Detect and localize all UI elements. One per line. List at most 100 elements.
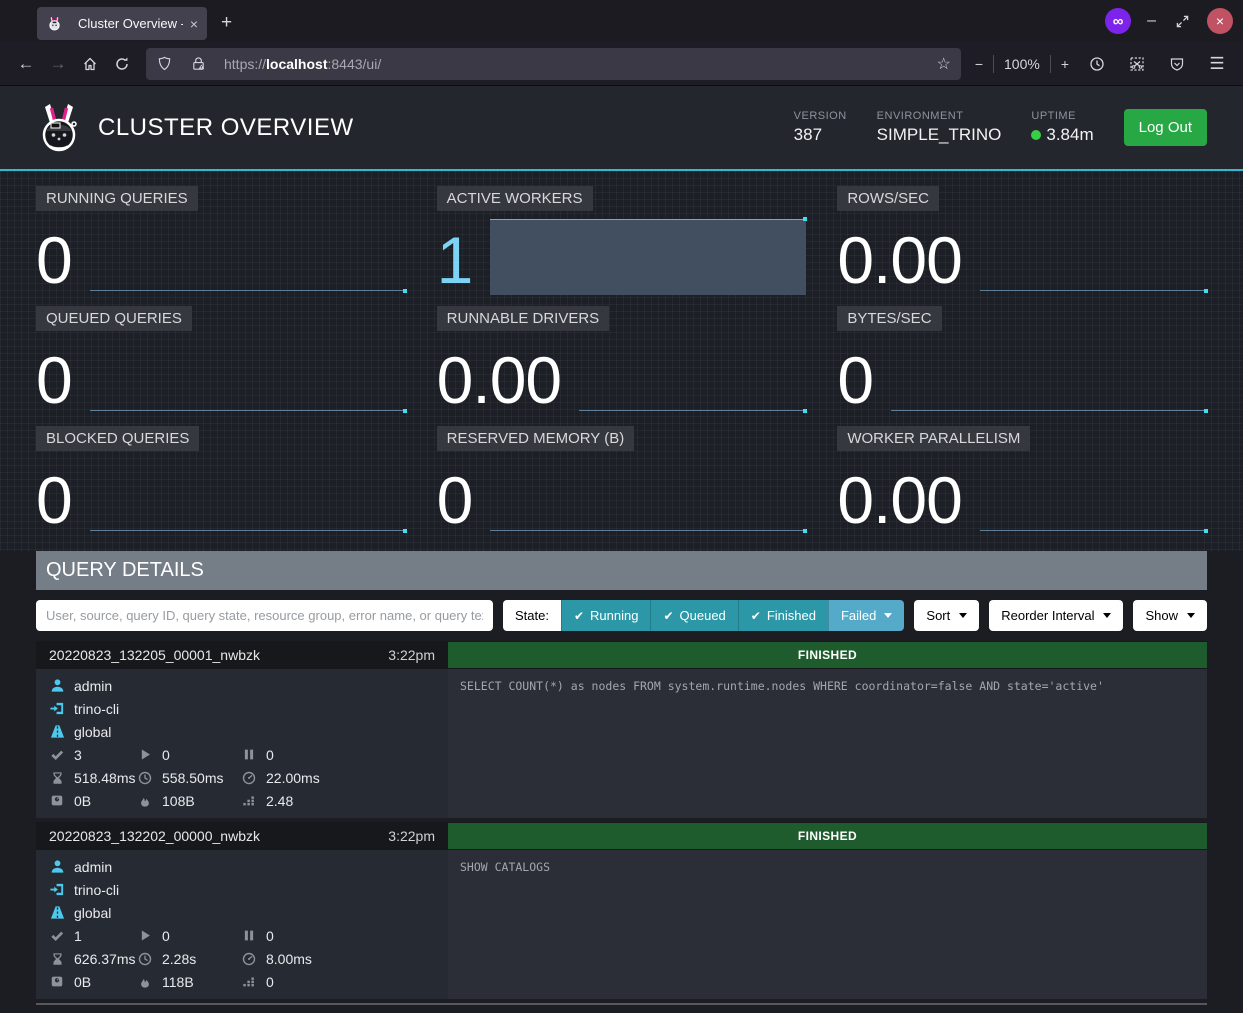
stat-card-blocked-queries: BLOCKED QUERIES 0	[36, 426, 406, 531]
caret-down-icon	[1103, 613, 1111, 618]
query-search-input[interactable]	[36, 600, 493, 631]
page-title: CLUSTER OVERVIEW	[98, 114, 354, 142]
state-filter-failed-dropdown[interactable]: Failed	[828, 600, 904, 631]
tab-close-icon[interactable]: ×	[190, 16, 198, 32]
query-row: 20220823_132202_00000_nwbzk 3:22pm FINIS…	[36, 822, 1207, 999]
query-source: trino-cli	[74, 882, 119, 898]
show-dropdown[interactable]: Show	[1133, 600, 1207, 631]
hourglass-icon	[49, 770, 65, 786]
gauge-icon	[241, 951, 257, 967]
stat-value: 0	[437, 470, 473, 531]
memory-scale-icon	[49, 974, 65, 990]
state-filter-finished[interactable]: ✔Finished	[738, 600, 828, 631]
header-meta: VERSION 387 ENVIRONMENT SIMPLE_TRINO UPT…	[794, 109, 1207, 146]
state-filter-queued[interactable]: ✔Queued	[650, 600, 737, 631]
stat-value: 0.00	[437, 350, 561, 411]
user-icon	[49, 678, 65, 694]
query-status-badge: FINISHED	[448, 642, 1207, 668]
query-resource-group: global	[74, 905, 111, 921]
back-button[interactable]: ←	[10, 48, 42, 80]
queued-splits: 0	[266, 928, 274, 944]
stat-value: 0.00	[837, 470, 961, 531]
stat-value: 0	[36, 230, 72, 291]
running-splits: 0	[162, 928, 170, 944]
forward-button[interactable]: →	[42, 48, 74, 80]
close-window-button[interactable]: ×	[1207, 8, 1233, 34]
zoom-out-button[interactable]: −	[975, 56, 983, 72]
trino-logo-icon	[36, 102, 82, 154]
sort-dropdown[interactable]: Sort	[914, 600, 979, 631]
new-tab-button[interactable]: +	[221, 12, 232, 34]
clock-icon	[137, 770, 153, 786]
flame-icon	[137, 793, 153, 809]
query-status-badge: FINISHED	[448, 823, 1207, 849]
browser-tab[interactable]: Cluster Overview - Trino ×	[37, 7, 207, 40]
menu-hamburger-icon[interactable]: ☰	[1201, 48, 1233, 80]
home-button[interactable]	[74, 48, 106, 80]
sparkline-chart	[980, 219, 1207, 291]
caret-down-icon	[1187, 613, 1195, 618]
check-icon: ✔	[751, 609, 761, 623]
reload-button[interactable]	[106, 48, 138, 80]
screenshot-icon[interactable]	[1121, 48, 1153, 80]
caret-down-icon	[884, 613, 892, 618]
stat-label: ACTIVE WORKERS	[437, 186, 593, 211]
lock-warning-icon[interactable]	[190, 56, 206, 72]
state-filter-running[interactable]: ✔Running	[561, 600, 651, 631]
query-source: trino-cli	[74, 701, 119, 717]
bookmark-star-icon[interactable]: ☆	[936, 54, 950, 74]
minimize-button[interactable]: –	[1147, 12, 1156, 30]
source-icon	[49, 701, 65, 717]
logout-button[interactable]: Log Out	[1124, 109, 1207, 146]
url-text[interactable]: https://localhost:8443/ui/	[224, 56, 927, 72]
tracking-shield-icon[interactable]	[156, 56, 172, 72]
separator	[1050, 55, 1051, 73]
private-browsing-icon: ∞	[1105, 8, 1131, 34]
cpu-time: 22.00ms	[266, 770, 320, 786]
query-time: 3:22pm	[388, 647, 435, 663]
queued-splits: 0	[266, 747, 274, 763]
check-icon: ✔	[574, 609, 584, 623]
restore-window-button[interactable]	[1176, 15, 1189, 28]
uptime-label: UPTIME	[1031, 110, 1093, 122]
completed-splits: 3	[74, 747, 82, 763]
query-id-link[interactable]: 20220823_132202_00000_nwbzk	[49, 828, 260, 844]
sparkline-chart	[891, 339, 1207, 411]
total-cpu-time: 2.28s	[162, 951, 196, 967]
gauge-icon	[241, 770, 257, 786]
query-info-panel: admin trino-cli global 1 0 0 626.37ms 2.…	[36, 850, 448, 999]
zoom-level[interactable]: 100%	[1004, 56, 1040, 72]
stat-card-worker-parallelism: WORKER PARALLELISM 0.00	[837, 426, 1207, 531]
resource-group-road-icon	[49, 724, 65, 740]
stat-value: 0	[36, 470, 72, 531]
browser-navbar: ← → https://localhost:8443/ui/ ☆ − 100% …	[0, 42, 1243, 86]
environment-value: SIMPLE_TRINO	[877, 125, 1002, 145]
sparkline-chart	[980, 459, 1207, 531]
url-path: :8443/ui/	[328, 56, 382, 72]
total-cpu-time: 558.50ms	[162, 770, 223, 786]
query-id-link[interactable]: 20220823_132205_00001_nwbzk	[49, 647, 260, 663]
cumulative-memory: 2.48	[266, 793, 293, 809]
query-user: admin	[74, 678, 112, 694]
query-sql-text: SHOW CATALOGS	[448, 850, 1207, 999]
query-time: 3:22pm	[388, 828, 435, 844]
hourglass-icon	[49, 951, 65, 967]
pocket-shield-icon[interactable]	[1161, 48, 1193, 80]
trino-header: CLUSTER OVERVIEW VERSION 387 ENVIRONMENT…	[0, 86, 1243, 171]
stat-label: BYTES/SEC	[837, 306, 941, 331]
stat-value: 0	[837, 350, 873, 411]
zoom-in-button[interactable]: +	[1061, 56, 1069, 72]
reorder-interval-dropdown[interactable]: Reorder Interval	[989, 600, 1123, 631]
stat-label: QUEUED QUERIES	[36, 306, 192, 331]
url-bar[interactable]: https://localhost:8443/ui/ ☆	[146, 48, 961, 80]
trino-favicon-icon	[46, 16, 62, 32]
peak-memory: 118B	[162, 974, 194, 990]
state-filter-group: State: ✔Running ✔Queued ✔Finished Failed	[503, 600, 904, 631]
pause-icon	[241, 747, 257, 763]
stat-card-rows-sec: ROWS/SEC 0.00	[837, 186, 1207, 291]
source-icon	[49, 882, 65, 898]
version-value: 387	[794, 125, 847, 145]
sparkline-chart	[90, 339, 406, 411]
current-memory: 0B	[74, 793, 91, 809]
history-clock-icon[interactable]	[1081, 48, 1113, 80]
